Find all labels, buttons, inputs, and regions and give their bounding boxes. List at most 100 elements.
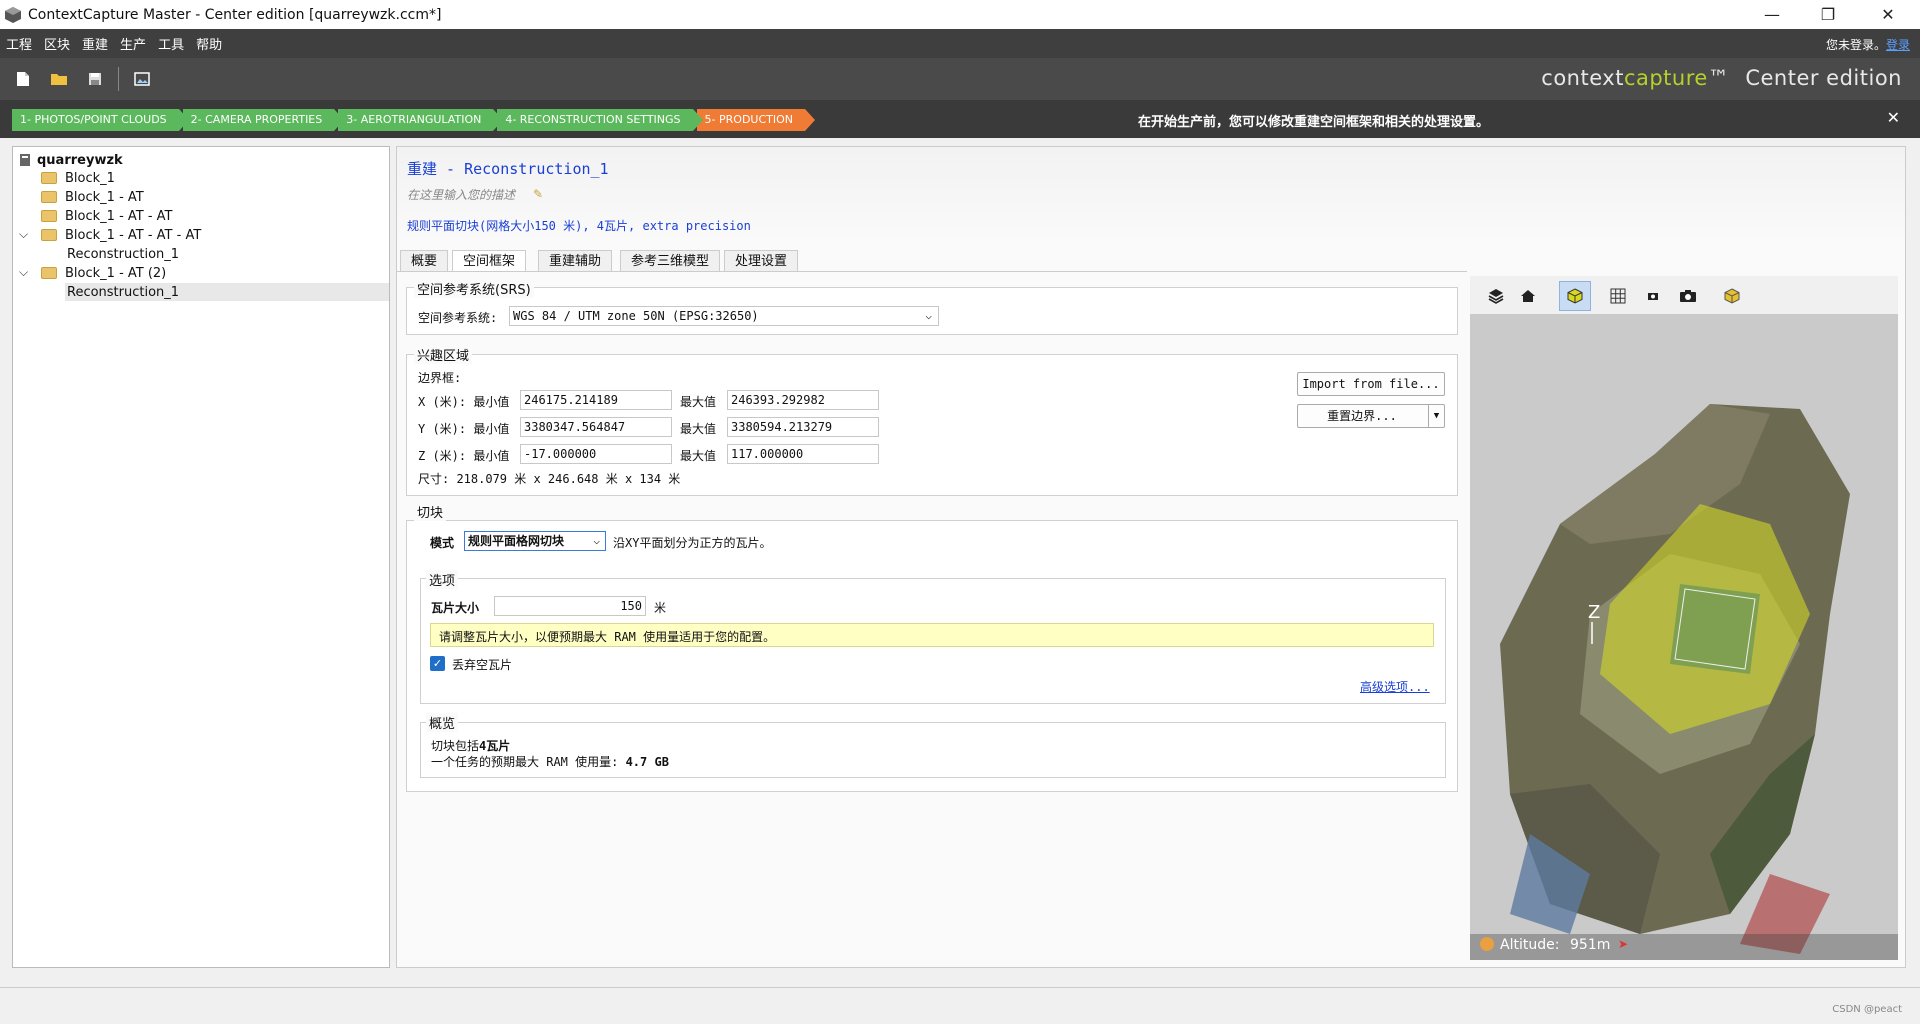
srs-select[interactable]: WGS 84 / UTM zone 50N (EPSG:32650) ⌵ xyxy=(509,306,939,326)
menu-help[interactable]: 帮助 xyxy=(190,34,228,53)
step-production[interactable]: 5- PRODUCTION xyxy=(696,109,816,131)
chevron-down-icon: ⌵ xyxy=(593,534,600,547)
brand-context: context xyxy=(1541,66,1624,90)
image-tool-button[interactable] xyxy=(129,66,155,92)
overview-group-title: 概览 xyxy=(426,713,459,732)
tab-processing-settings[interactable]: 处理设置 xyxy=(724,250,799,272)
import-from-file-button[interactable]: Import from file... xyxy=(1297,372,1445,396)
new-project-button[interactable] xyxy=(10,66,36,92)
3d-scene-render: Z xyxy=(1470,314,1898,960)
compass-icon xyxy=(1480,937,1494,951)
discard-empty-tiles-checkbox[interactable]: ✓ xyxy=(430,656,445,671)
z-max-label: 最大值 xyxy=(680,449,717,463)
expand-chevron-icon[interactable]: ⌵ xyxy=(19,265,28,280)
menu-reconstruction[interactable]: 重建 xyxy=(76,34,114,53)
window-title: ContextCapture Master - Center edition [… xyxy=(28,6,442,23)
restore-button[interactable]: ❐ xyxy=(1800,0,1856,29)
home-icon[interactable] xyxy=(1515,283,1541,309)
srs-select-value: WGS 84 / UTM zone 50N (EPSG:32650) xyxy=(513,309,759,323)
login-status-text: 您未登录。 xyxy=(1825,38,1886,52)
tile-size-input[interactable]: 150 xyxy=(494,596,646,616)
menu-project[interactable]: 工程 xyxy=(0,34,38,53)
tab-reference-3d-model[interactable]: 参考三维模型 xyxy=(620,250,721,272)
app-logo-icon xyxy=(5,6,21,23)
discard-empty-tiles-label: 丢弃空瓦片 xyxy=(452,658,513,672)
tree-root[interactable]: quarreywzk xyxy=(19,151,123,169)
overview-tiles-line: 切块包括4瓦片 xyxy=(431,737,510,754)
roi-size-text: 尺寸: 218.079 米 x 246.648 米 x 134 米 xyxy=(418,472,681,486)
x-max-label: 最大值 xyxy=(680,395,717,409)
tree-root-label: quarreywzk xyxy=(37,152,123,168)
step-camera-properties[interactable]: 2- CAMERA PROPERTIES xyxy=(182,109,344,131)
tree-item-block-1-at[interactable]: Block_1 - AT xyxy=(41,188,144,206)
advanced-options-link[interactable]: 高级选项... xyxy=(1360,678,1430,695)
x-max-input[interactable]: 246393.292982 xyxy=(727,390,879,410)
brand-tm: ™ xyxy=(1707,66,1730,90)
z-axis-label: Z xyxy=(1588,602,1600,623)
tree-item-block-1[interactable]: Block_1 xyxy=(41,169,115,187)
project-tree: quarreywzk Block_1 Block_1 - AT Block_1 … xyxy=(12,146,390,968)
tab-spatial-framework[interactable]: 空间框架 xyxy=(452,250,527,272)
chevron-down-icon: ⌵ xyxy=(925,309,932,322)
tiling-mode-select[interactable]: 规则平面格网切块 ⌵ xyxy=(464,531,606,551)
description-input[interactable]: 在这里输入您的描述 xyxy=(407,186,515,203)
overview-ram-line: 一个任务的预期最大 RAM 使用量: 4.7 GB xyxy=(431,753,669,770)
reset-bounds-button[interactable]: 重置边界... ▼ xyxy=(1297,404,1445,428)
tab-divider xyxy=(397,271,1467,272)
tree-item-block-1-at-at-at[interactable]: Block_1 - AT - AT - AT xyxy=(41,226,201,244)
menu-block[interactable]: 区块 xyxy=(38,34,76,53)
tab-overview[interactable]: 概要 xyxy=(400,250,449,272)
model-cube-icon[interactable] xyxy=(1719,283,1745,309)
page-title: 重建 - Reconstruction_1 xyxy=(407,160,609,178)
tree-item-label: Block_1 - AT (2) xyxy=(65,265,167,281)
y-min-input[interactable]: 3380347.564847 xyxy=(520,417,672,437)
open-project-button[interactable] xyxy=(46,66,72,92)
bounding-box-icon[interactable] xyxy=(1559,281,1591,311)
layers-icon[interactable] xyxy=(1483,283,1509,309)
project-icon xyxy=(20,154,30,166)
login-status: 您未登录。登录 xyxy=(1826,36,1910,53)
y-min-label: Y (米): 最小值 xyxy=(418,422,510,436)
minimize-button[interactable]: — xyxy=(1744,0,1800,29)
tree-item-reconstruction-1b-selected[interactable]: Reconstruction_1 xyxy=(65,283,389,301)
workflow-steps: 1- PHOTOS/POINT CLOUDS 2- CAMERA PROPERT… xyxy=(12,109,816,131)
tiling-group-title: 切块 xyxy=(414,502,447,521)
x-min-input[interactable]: 246175.214189 xyxy=(520,390,672,410)
3d-viewer[interactable]: Z Altitude: 951m ➤ xyxy=(1470,314,1898,960)
steps-message: 在开始生产前，您可以修改重建空间框架和相关的处理设置。 xyxy=(1138,115,1490,130)
save-project-button[interactable] xyxy=(82,66,108,92)
expand-chevron-icon[interactable]: ⌵ xyxy=(19,227,28,242)
tree-item-block-1-at-at[interactable]: Block_1 - AT - AT xyxy=(41,207,173,225)
toolbar-separator xyxy=(118,67,119,91)
reconstruction-summary: 规则平面切块(网格大小150 米), 4瓦片, extra precision xyxy=(407,219,751,233)
viewer-status: Altitude: 951m ➤ xyxy=(1470,934,1898,960)
step-photos[interactable]: 1- PHOTOS/POINT CLOUDS xyxy=(12,109,189,131)
login-link[interactable]: 登录 xyxy=(1886,38,1910,52)
close-steps-icon[interactable]: ✕ xyxy=(1887,108,1900,127)
tree-item-block-1-at-2[interactable]: Block_1 - AT (2) xyxy=(41,264,166,282)
menu-production[interactable]: 生产 xyxy=(114,34,152,53)
folder-icon xyxy=(41,210,57,222)
tree-item-label: Block_1 - AT - AT xyxy=(65,208,173,224)
overview-ram-prefix: 一个任务的预期最大 RAM 使用量: xyxy=(431,755,626,769)
tile-size-label: 瓦片大小 xyxy=(431,601,480,615)
tab-reconstruction-aid[interactable]: 重建辅助 xyxy=(538,250,613,272)
title-bar: ContextCapture Master - Center edition [… xyxy=(0,0,1920,29)
grid-icon[interactable] xyxy=(1605,283,1631,309)
tree-item-reconstruction-1a[interactable]: Reconstruction_1 xyxy=(67,245,179,263)
z-max-input[interactable]: 117.000000 xyxy=(727,444,879,464)
step-aerotriangulation[interactable]: 3- AEROTRIANGULATION xyxy=(338,109,504,131)
reset-bounds-label: 重置边界... xyxy=(1327,409,1397,423)
z-min-input[interactable]: -17.000000 xyxy=(520,444,672,464)
step-reconstruction-settings[interactable]: 4- RECONSTRUCTION SETTINGS xyxy=(497,109,703,131)
tree-item-label: Block_1 - AT - AT - AT xyxy=(65,227,202,243)
y-max-input[interactable]: 3380594.213279 xyxy=(727,417,879,437)
menu-tools[interactable]: 工具 xyxy=(152,34,190,53)
dropdown-arrow-icon[interactable]: ▼ xyxy=(1428,405,1444,427)
small-camera-icon[interactable] xyxy=(1640,283,1666,309)
edit-pencil-icon[interactable]: ✎ xyxy=(533,187,543,201)
camera-icon[interactable] xyxy=(1675,283,1701,309)
close-button[interactable]: ✕ xyxy=(1860,0,1916,29)
save-icon xyxy=(89,73,101,85)
altitude-value: 951m xyxy=(1570,937,1611,953)
